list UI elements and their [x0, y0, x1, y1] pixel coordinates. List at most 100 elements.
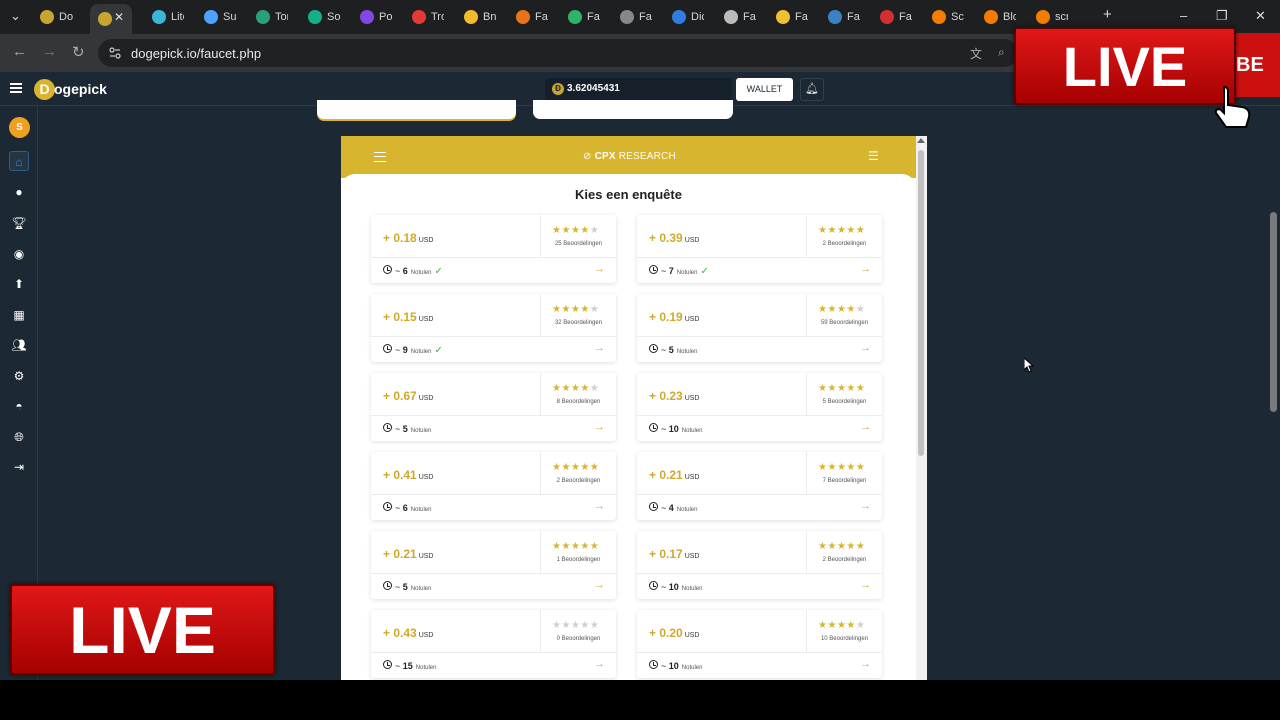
- maximize-icon[interactable]: ❐: [1216, 8, 1228, 24]
- browser-tab[interactable]: Lite: [144, 5, 184, 29]
- survey-card[interactable]: + 0.41 USD ★★★★★ 2 Beoordelingen ~ 6 Notulen →: [371, 452, 616, 520]
- forward-icon[interactable]: →: [42, 43, 57, 60]
- arrow-right-icon[interactable]: →: [594, 263, 605, 275]
- review-count: 8 Beoordelingen: [556, 399, 601, 405]
- arrow-right-icon[interactable]: →: [594, 500, 605, 512]
- arrow-right-icon[interactable]: →: [860, 263, 871, 275]
- wallet-button[interactable]: WALLET: [736, 78, 793, 101]
- browser-tab[interactable]: Fau: [612, 5, 652, 29]
- browser-tab[interactable]: Fau: [716, 5, 756, 29]
- star-rating: ★★★★★: [552, 462, 599, 473]
- review-count: 2 Beoordelingen: [556, 478, 601, 484]
- minutes-label: Notulen: [410, 349, 432, 355]
- arrow-right-icon[interactable]: →: [594, 421, 605, 433]
- home-icon[interactable]: ⌂: [9, 151, 29, 171]
- star-icon: ★: [561, 620, 571, 631]
- browser-tab[interactable]: scr: [1028, 5, 1068, 29]
- survey-card[interactable]: + 0.17 USD ★★★★★ 2 Beoordelingen ~ 10 Notulen…: [637, 531, 882, 599]
- survey-card[interactable]: + 0.21 USD ★★★★★ 1 Beoordelingen ~ 5 Notulen →: [371, 531, 616, 599]
- approx-sign: ~: [395, 424, 403, 434]
- survey-card[interactable]: + 0.20 USD ★★★★★ 10 Beoordelingen ~ 10 Notule…: [637, 610, 882, 678]
- site-info-icon[interactable]: [108, 46, 122, 60]
- browser-tab[interactable]: Bnl: [456, 5, 496, 29]
- browser-tab[interactable]: Blo: [976, 5, 1016, 29]
- zoom-icon[interactable]: ⌕: [998, 45, 1005, 60]
- survey-currency: USD: [418, 316, 434, 323]
- stats-icon[interactable]: ▦: [9, 305, 29, 325]
- coins-icon[interactable]: ●: [9, 182, 29, 202]
- survey-amount: + 0.19: [649, 310, 683, 324]
- browser-tab[interactable]: Scr: [924, 5, 964, 29]
- arrow-right-icon[interactable]: →: [860, 342, 871, 354]
- arrow-right-icon[interactable]: →: [860, 579, 871, 591]
- arrow-right-icon[interactable]: →: [860, 421, 871, 433]
- tab-search-icon[interactable]: ⌄: [10, 8, 21, 24]
- support-icon[interactable]: ◓: [9, 396, 29, 416]
- cpx-scroll-thumb[interactable]: [918, 150, 924, 456]
- browser-tab[interactable]: ✕: [90, 4, 132, 34]
- reload-icon[interactable]: ↻: [72, 43, 85, 61]
- browser-tab[interactable]: Fau: [820, 5, 860, 29]
- browser-tab[interactable]: Pol: [352, 5, 392, 29]
- page-scroll-thumb[interactable]: [1270, 212, 1277, 412]
- hamburger-menu-icon[interactable]: [10, 83, 22, 93]
- arrow-right-icon[interactable]: →: [594, 342, 605, 354]
- divider: [806, 452, 807, 495]
- survey-duration: ~ 10 Notulen: [661, 661, 702, 671]
- logout-icon[interactable]: ⇥: [9, 457, 29, 477]
- star-rating: ★★★★★: [552, 620, 599, 631]
- notification-bell-icon[interactable]: 🔔︎: [800, 78, 824, 101]
- survey-card[interactable]: + 0.15 USD ★★★★★ 32 Beoordelingen ~ 9 Notulen…: [371, 294, 616, 362]
- survey-card[interactable]: + 0.39 USD ★★★★★ 2 Beoordelingen ~ 7 Notulen ✓…: [637, 215, 882, 283]
- arrow-right-icon[interactable]: →: [860, 658, 871, 670]
- browser-tab[interactable]: Fau: [560, 5, 600, 29]
- browser-tab[interactable]: Fau: [768, 5, 808, 29]
- survey-card[interactable]: + 0.67 USD ★★★★★ 8 Beoordelingen ~ 5 Notulen →: [371, 373, 616, 441]
- new-tab-icon[interactable]: +: [1103, 6, 1112, 23]
- browser-tab[interactable]: Tro: [404, 5, 444, 29]
- survey-currency: USD: [684, 553, 700, 560]
- tab-favicon-icon: [464, 10, 478, 24]
- upload-icon[interactable]: ⬆: [9, 274, 29, 294]
- avatar[interactable]: S: [9, 117, 30, 138]
- browser-tab[interactable]: Sol: [300, 5, 340, 29]
- survey-amount: + 0.67: [383, 389, 417, 403]
- arrow-right-icon[interactable]: →: [594, 579, 605, 591]
- page-scrollbar[interactable]: [1267, 106, 1280, 680]
- survey-duration: ~ 10 Notulen: [661, 424, 702, 434]
- survey-card[interactable]: + 0.18 USD ★★★★★ 25 Beoordelingen ~ 6 Notulen…: [371, 215, 616, 283]
- filter-settings-icon[interactable]: ☰: [868, 149, 879, 163]
- survey-card[interactable]: + 0.21 USD ★★★★★ 7 Beoordelingen ~ 4 Notulen →: [637, 452, 882, 520]
- globe-icon[interactable]: 🌐︎: [9, 427, 29, 447]
- tab-label: Scr: [951, 11, 964, 23]
- offers-icon[interactable]: ◉: [9, 244, 29, 264]
- survey-card-bottom: ~ 15 Notulen →: [371, 653, 616, 678]
- dogepick-logo-icon[interactable]: D: [34, 79, 55, 100]
- survey-card[interactable]: + 0.23 USD ★★★★★ 5 Beoordelingen ~ 10 Notulen…: [637, 373, 882, 441]
- arrow-right-icon[interactable]: →: [860, 500, 871, 512]
- scroll-up-icon[interactable]: [917, 138, 925, 143]
- back-icon[interactable]: ←: [12, 43, 27, 60]
- arrow-right-icon[interactable]: →: [594, 658, 605, 670]
- translate-icon[interactable]: ⽂: [970, 45, 982, 62]
- users-icon[interactable]: 👥︎: [9, 335, 29, 355]
- survey-card[interactable]: + 0.43 USD ★★★★★ 0 Beoordelingen ~ 15 Notulen…: [371, 610, 616, 678]
- browser-tab[interactable]: Fau: [872, 5, 912, 29]
- cpx-menu-icon[interactable]: [374, 152, 386, 162]
- site-logo-text[interactable]: ogepick: [54, 81, 107, 97]
- survey-card-bottom: ~ 10 Notulen →: [637, 574, 882, 599]
- browser-tab[interactable]: Tor: [248, 5, 288, 29]
- approx-sign: ~: [395, 266, 403, 276]
- close-tab-icon[interactable]: ✕: [114, 10, 124, 24]
- minimize-icon[interactable]: –: [1180, 8, 1187, 23]
- url-field[interactable]: dogepick.io/faucet.php: [98, 39, 1018, 67]
- browser-tab[interactable]: Sui: [196, 5, 236, 29]
- close-window-icon[interactable]: ✕: [1255, 8, 1266, 24]
- gear-icon[interactable]: ⚙: [9, 366, 29, 386]
- browser-tab[interactable]: Do: [32, 5, 78, 29]
- survey-card[interactable]: + 0.19 USD ★★★★★ 59 Beoordelingen ~ 5 Notulen…: [637, 294, 882, 362]
- browser-tab[interactable]: Dic: [664, 5, 704, 29]
- cpx-scrollbar[interactable]: [916, 136, 927, 680]
- browser-tab[interactable]: Fau: [508, 5, 548, 29]
- trophy-icon[interactable]: 🏆︎: [9, 213, 29, 233]
